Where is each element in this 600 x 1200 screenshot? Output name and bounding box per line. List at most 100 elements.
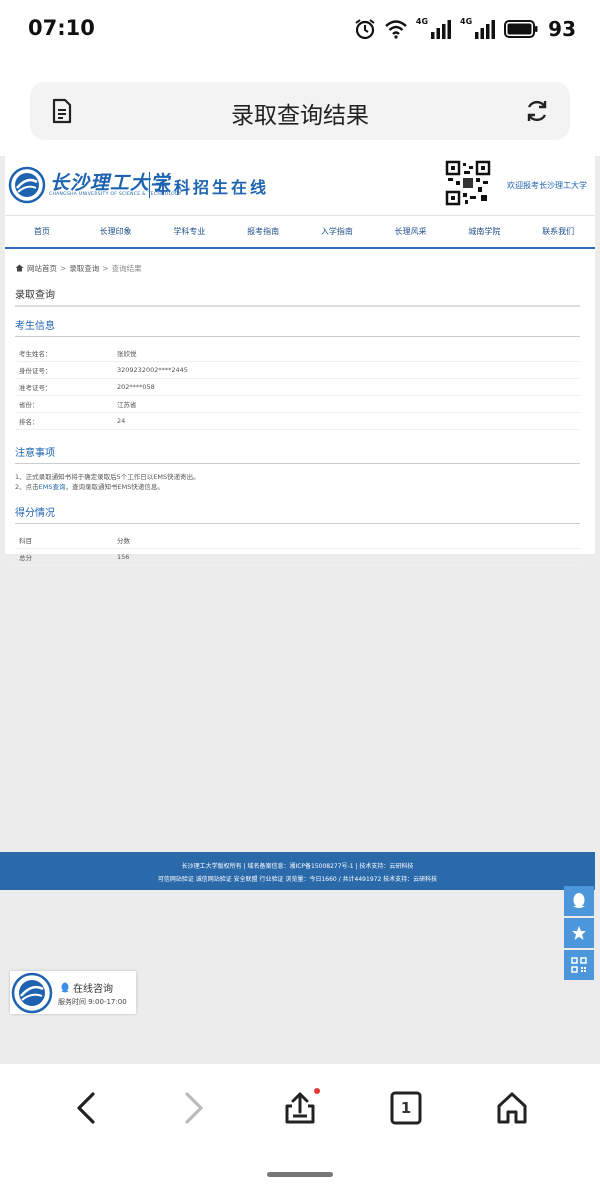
qq-icon	[61, 982, 69, 992]
student-info-table: 考生姓名： 张欣悦 身份证号： 3209232002****2445 准考证号：…	[15, 345, 580, 430]
table-row: 排名： 24	[15, 413, 580, 430]
network-type-1: 4G	[415, 16, 429, 26]
notice-item: 1、正式录取通知书将于确定录取后5个工作日以EMS快递寄出。	[15, 473, 200, 481]
breadcrumb-home[interactable]: 网站首页	[27, 263, 57, 274]
breadcrumb-sep: >	[102, 263, 109, 273]
row-value: 3209232002****2445	[117, 366, 188, 374]
nav-chengnan-college[interactable]: 城南学院	[448, 216, 522, 247]
notice-heading: 注意事项	[15, 444, 580, 464]
row-value: 分数	[117, 537, 130, 545]
status-icons: 4G 4G 93	[354, 14, 576, 44]
address-bar[interactable]: 录取查询结果	[30, 82, 570, 140]
home-button[interactable]	[490, 1086, 534, 1130]
notice-text: ，查询录取通知书EMS快递信息。	[65, 483, 164, 491]
logo-divider	[149, 172, 150, 198]
score-heading: 得分情况	[15, 504, 580, 524]
status-time: 07:10	[28, 16, 95, 40]
star-icon	[572, 926, 586, 940]
table-row: 准考证号： 202****058	[15, 379, 580, 396]
table-row: 科目 分数	[15, 532, 580, 549]
wifi-icon	[385, 20, 407, 39]
welcome-text: 欢迎报考长沙理工大学	[507, 181, 587, 190]
forward-button[interactable]	[172, 1086, 216, 1130]
share-icon	[285, 1092, 315, 1124]
qr-code-icon	[445, 160, 491, 206]
qr-small-icon	[571, 957, 587, 973]
qq-chat-button[interactable]	[564, 886, 594, 916]
table-row: 省份： 江苏省	[15, 396, 580, 413]
row-label: 省份：	[19, 401, 39, 409]
battery-icon	[504, 20, 538, 38]
notification-dot	[314, 1088, 320, 1094]
alarm-icon	[355, 19, 375, 40]
qr-code-button[interactable]	[564, 950, 594, 980]
nav-majors[interactable]: 学科专业	[153, 216, 227, 247]
notice-item: 2、点击EMS查询，查询录取通知书EMS快递信息。	[15, 482, 580, 492]
table-row: 总分 156	[15, 549, 580, 566]
back-button[interactable]	[64, 1086, 108, 1130]
back-arrow-icon	[77, 1092, 95, 1124]
table-row: 考生姓名： 张欣悦	[15, 345, 580, 362]
consult-title-text: 在线咨询	[73, 984, 113, 995]
home-icon	[15, 264, 24, 272]
row-value: 24	[117, 417, 126, 425]
tabs-button[interactable]: 1	[384, 1086, 428, 1130]
signal-icon-1	[431, 20, 452, 39]
logo-subtitle[interactable]: 本科招生在线	[155, 174, 269, 198]
row-label: 科目	[19, 537, 32, 545]
main-content: 网站首页 > 录取查询 > 查询结果 录取查询 考生信息 考生姓名： 张欣悦 身…	[15, 260, 580, 566]
ems-query-link[interactable]: EMS查询	[39, 483, 66, 491]
breadcrumb-current: 查询结果	[111, 263, 142, 273]
battery-level: 93	[548, 17, 576, 41]
breadcrumb-sep: >	[60, 263, 67, 273]
breadcrumb-query[interactable]: 录取查询	[69, 263, 99, 274]
row-label: 身份证号：	[19, 367, 52, 375]
page-title-url[interactable]: 录取查询结果	[30, 96, 570, 130]
site-nav: 首页 长理印象 学科专业 报考指南 入学指南 长理风采 城南学院 联系我们	[5, 215, 595, 249]
table-row: 身份证号： 3209232002****2445	[15, 362, 580, 379]
university-emblem-icon[interactable]	[8, 166, 46, 204]
home-icon	[497, 1092, 527, 1124]
signal-icon-2	[475, 20, 496, 39]
web-viewport: 长沙理工大学 CHANGSHA UNIVERSITY OF SCIENCE & …	[0, 156, 600, 1064]
nav-contact[interactable]: 联系我们	[521, 216, 595, 247]
breadcrumb: 网站首页 > 录取查询 > 查询结果	[15, 260, 580, 276]
nav-impression[interactable]: 长理印象	[79, 216, 153, 247]
reload-icon[interactable]	[524, 98, 550, 124]
browser-toolbar: 录取查询结果	[0, 60, 600, 156]
row-label: 考生姓名：	[19, 350, 52, 358]
web-page: 长沙理工大学 CHANGSHA UNIVERSITY OF SCIENCE & …	[5, 156, 595, 566]
page-title: 录取查询	[15, 286, 580, 307]
row-label: 准考证号：	[19, 384, 52, 392]
consult-hours: 服务时间 9:00-17:00	[58, 998, 127, 1006]
consult-title[interactable]: 在线咨询	[60, 980, 113, 995]
share-button[interactable]	[278, 1086, 322, 1130]
site-header: 长沙理工大学 CHANGSHA UNIVERSITY OF SCIENCE & …	[5, 156, 595, 214]
row-value: 江苏省	[117, 401, 137, 409]
qq-icon	[573, 893, 585, 908]
notice-list: 1、正式录取通知书将于确定录取后5个工作日以EMS快递寄出。 2、点击EMS查询…	[15, 472, 580, 492]
nav-campus-style[interactable]: 长理风采	[374, 216, 448, 247]
notice-text: 2、点击	[15, 483, 39, 491]
footer-links: 可信网站验证 诚信网站验证 安全联盟 行业验证 浏览量：今日1660 / 共计4…	[157, 876, 438, 883]
floating-sidebar	[564, 886, 594, 982]
score-table: 科目 分数 总分 156	[15, 532, 580, 566]
row-value: 张欣悦	[117, 350, 137, 358]
favorite-button[interactable]	[564, 918, 594, 948]
status-bar: 07:10 4G 4G 93	[0, 0, 600, 60]
logo-text-cn[interactable]: 长沙理工大学	[50, 168, 170, 195]
browser-bottom-bar: 1	[0, 1064, 600, 1200]
site-footer: 长沙理工大学版权所有 | 域名备案信息：湘ICP备15008277号-1 | 技…	[0, 852, 595, 890]
student-info-heading: 考生信息	[15, 317, 580, 337]
row-label: 排名：	[19, 418, 39, 426]
row-value: 202****058	[117, 383, 155, 391]
tabs-icon	[390, 1091, 422, 1125]
row-value: 156	[117, 553, 130, 561]
network-type-2: 4G	[460, 16, 473, 26]
nav-home[interactable]: 首页	[5, 216, 79, 247]
nav-apply-guide[interactable]: 报考指南	[226, 216, 300, 247]
nav-enroll-guide[interactable]: 入学指南	[300, 216, 374, 247]
online-consult-widget[interactable]: 在线咨询 服务时间 9:00-17:00	[10, 971, 136, 1014]
gesture-home-indicator[interactable]	[267, 1172, 333, 1177]
footer-copyright: 长沙理工大学版权所有 | 域名备案信息：湘ICP备15008277号-1 | 技…	[181, 863, 414, 870]
